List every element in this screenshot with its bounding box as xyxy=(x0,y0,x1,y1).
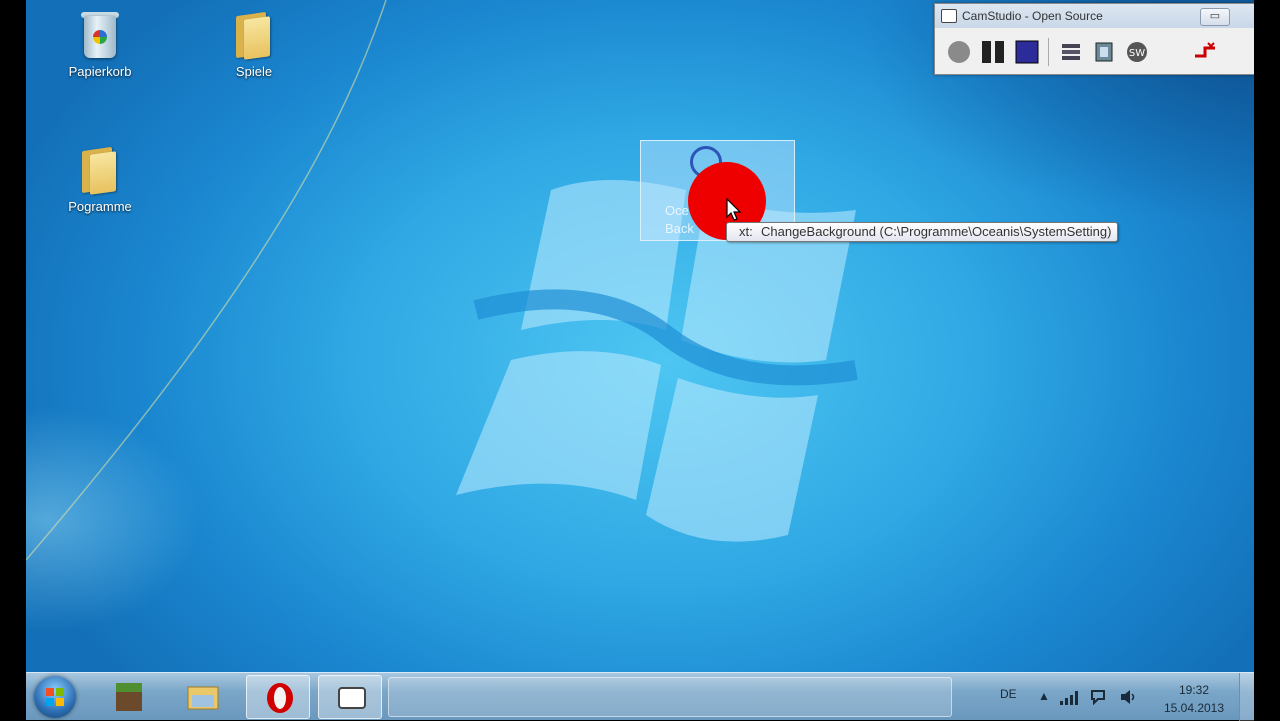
show-desktop-button[interactable] xyxy=(1239,673,1254,721)
stop-icon[interactable] xyxy=(1015,40,1039,64)
mouse-cursor-icon xyxy=(726,198,742,221)
tooltip-prefix: xt: xyxy=(739,224,753,239)
taskbar-empty-area[interactable] xyxy=(388,677,952,717)
taskbar: DE ▲ 19:32 15.04.2013 xyxy=(26,672,1254,721)
desktop-icon-label: Pogramme xyxy=(68,199,132,214)
toolbar-separator xyxy=(1048,38,1049,66)
opera-icon xyxy=(267,683,293,713)
exit-icon[interactable] xyxy=(1193,40,1217,64)
desktop[interactable]: Papierkorb Spiele Pogramme Oce Back xt: … xyxy=(26,0,1254,672)
network-icon[interactable] xyxy=(1060,691,1078,705)
record-icon[interactable] xyxy=(947,40,971,64)
svg-text:SW: SW xyxy=(1129,48,1145,59)
camstudio-app-icon xyxy=(941,9,957,23)
explorer-icon xyxy=(187,686,219,710)
volume-icon[interactable] xyxy=(1120,689,1136,705)
show-hidden-icons-icon[interactable]: ▲ xyxy=(1038,689,1050,703)
annotation-icon[interactable] xyxy=(1093,40,1117,64)
windows-flag-icon xyxy=(46,688,64,706)
taskbar-item-explorer[interactable] xyxy=(170,675,234,719)
desktop-icon-pogramme[interactable]: Pogramme xyxy=(55,143,145,214)
options-icon[interactable] xyxy=(1059,40,1083,64)
taskbar-item-camstudio[interactable] xyxy=(318,675,382,719)
light-streak xyxy=(26,0,387,561)
pause-icon[interactable] xyxy=(981,40,1005,64)
swf-icon[interactable]: SW xyxy=(1125,40,1149,64)
left-letterbox xyxy=(0,0,26,720)
tooltip-text: ChangeBackground (C:\Programme\Oceanis\S… xyxy=(761,224,1112,239)
start-button[interactable] xyxy=(34,676,76,718)
camstudio-title: CamStudio - Open Source xyxy=(962,9,1103,23)
desktop-icon-recycle-bin[interactable]: Papierkorb xyxy=(55,8,145,79)
right-letterbox xyxy=(1254,0,1280,720)
language-indicator[interactable]: DE xyxy=(1000,687,1017,701)
clock-date: 15.04.2013 xyxy=(1163,701,1225,715)
camstudio-icon xyxy=(338,687,366,709)
desktop-icon-spiele[interactable]: Spiele xyxy=(209,8,299,79)
clock[interactable]: 19:32 15.04.2013 xyxy=(1154,681,1234,717)
camstudio-window[interactable]: CamStudio - Open Source ▭ SW xyxy=(934,3,1254,75)
folder-icon xyxy=(230,8,278,60)
folder-icon xyxy=(76,143,124,195)
taskbar-item-minecraft[interactable] xyxy=(96,675,160,719)
desktop-icon-label: Spiele xyxy=(235,64,273,79)
camstudio-titlebar[interactable]: CamStudio - Open Source ▭ xyxy=(935,4,1254,28)
tooltip: xt: ChangeBackground (C:\Programme\Ocean… xyxy=(726,222,1119,242)
action-center-icon[interactable] xyxy=(1090,689,1106,705)
minecraft-icon xyxy=(116,683,142,711)
clock-time: 19:32 xyxy=(1178,683,1210,697)
desktop-icon-label: Papierkorb xyxy=(68,64,132,79)
minimize-button[interactable]: ▭ xyxy=(1200,8,1230,26)
taskbar-item-opera[interactable] xyxy=(246,675,310,719)
camstudio-toolbar: SW xyxy=(935,28,1254,72)
recycle-bin-icon xyxy=(76,8,124,60)
